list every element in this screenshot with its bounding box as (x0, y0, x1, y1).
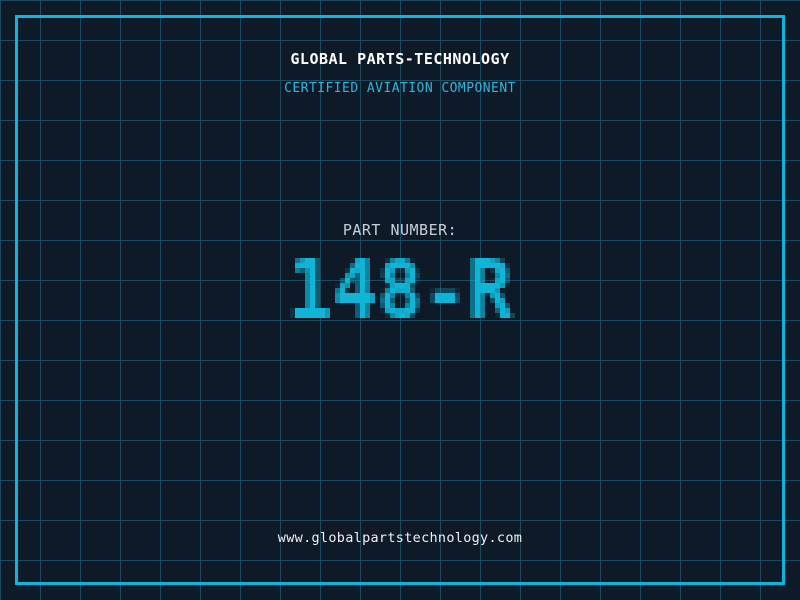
part-number-display (240, 233, 560, 353)
part-number-value: 148-R (0, 0, 1, 1)
footer-url: www.globalpartstechnology.com (277, 530, 523, 546)
certification-subtitle: CERTIFIED AVIATION COMPONENT (284, 81, 516, 96)
company-title: GLOBAL PARTS-TECHNOLOGY (290, 50, 510, 68)
blueprint-label-board: GLOBAL PARTS-TECHNOLOGY CERTIFIED AVIATI… (0, 0, 800, 600)
